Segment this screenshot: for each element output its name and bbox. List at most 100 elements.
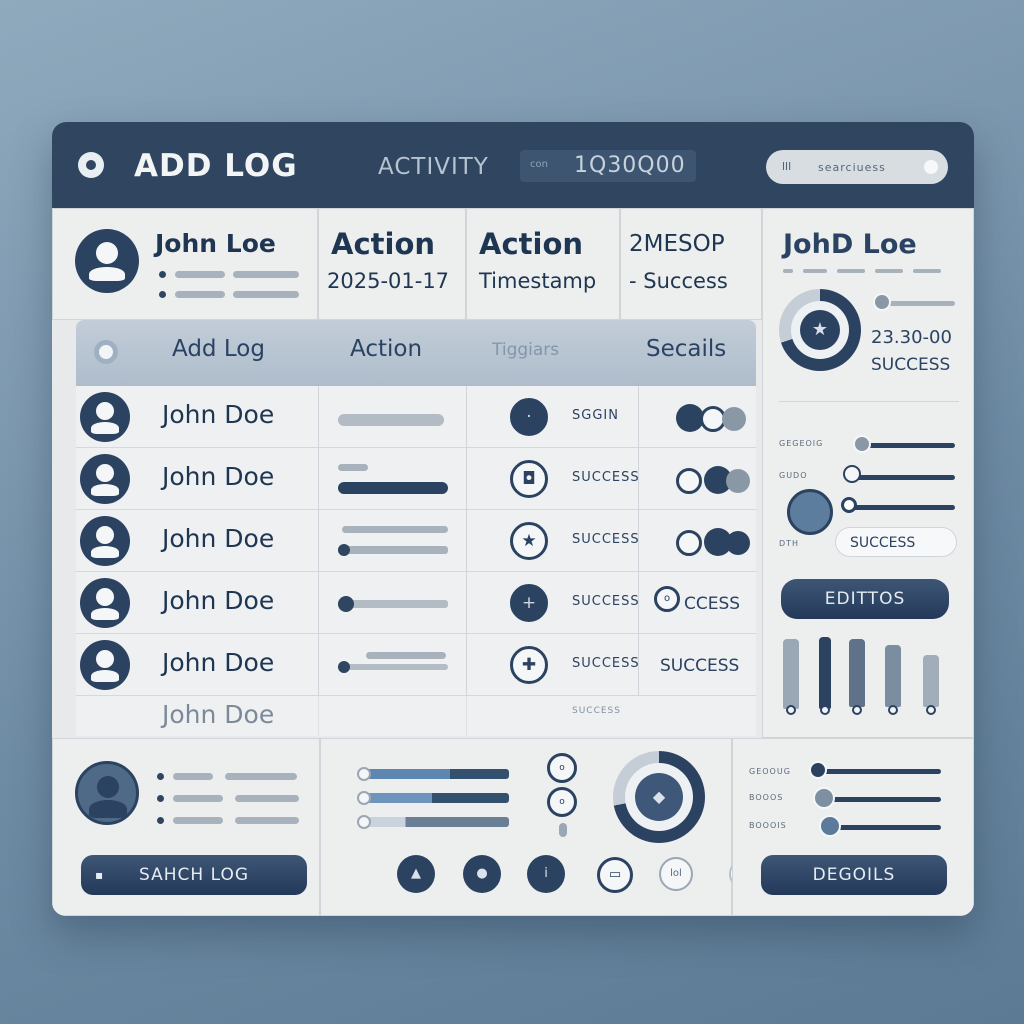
window-icon[interactable]: ▭ [597,857,633,893]
table-row[interactable]: John Doe ✚ SUCCESS SUCCESS [76,634,756,696]
bullet-icon [157,795,164,802]
radio-option[interactable]: o [547,787,577,817]
level-knob[interactable] [852,705,862,715]
table-row[interactable]: John Doe · SGGIN [76,386,756,448]
row-status-text: SUCCESS [572,594,640,609]
level-bar [849,639,865,707]
table-row[interactable]: John Doe SUCCESS [76,696,756,736]
level-knob[interactable] [926,705,936,715]
placeholder-line [338,464,368,471]
slider-knob[interactable] [813,787,835,809]
slider-track[interactable] [338,546,448,554]
toggle-group[interactable] [676,466,766,494]
column-header-details[interactable]: Secails [646,336,726,362]
column-header-add-log[interactable]: Add Log [172,336,265,362]
summary-user-name: John Loe [155,229,276,258]
search-log-button[interactable]: ▪ SAHCH LOG [81,855,307,895]
slider-track[interactable] [813,769,941,774]
slider-label: BOOOS [749,793,784,802]
toggle-group[interactable] [676,404,766,432]
summary-cell-status: 2MESOP - Success [620,208,762,320]
avatar [80,392,130,442]
slider-knob[interactable] [357,815,371,829]
logo-icon [78,152,104,178]
progress-bar [361,769,509,779]
bottom-controls-panel: o o ◆ ▲ ● i ▭ lol lllg [320,738,759,916]
details-button[interactable]: DEGOILS [761,855,947,895]
detail-user-name: JohD Loe [783,229,917,260]
summary-user-cell: John Loe [52,208,318,320]
progress-bar [338,414,444,426]
home-icon[interactable]: ▲ [397,855,435,893]
record-icon[interactable]: ● [463,855,501,893]
slider-track[interactable] [849,505,955,510]
bottom-settings-panel: GEOOUG BOOOS BOOOIS DEGOILS [732,738,974,916]
edit-button[interactable]: EDITTOS [781,579,949,619]
info-icon[interactable]: i [527,855,565,893]
radio-option[interactable]: o [547,753,577,783]
slider-label: GUDO [779,471,808,480]
search-log-label: SAHCH LOG [139,865,249,885]
progress-bar [361,793,509,803]
slider-track[interactable] [817,797,941,802]
files-icon[interactable]: lol [659,857,693,891]
level-bar [819,637,831,709]
counter-value: 1Q30Q00 [574,153,686,178]
slider-track[interactable] [338,600,448,608]
status-pill: SUCCESS [835,527,957,557]
slider-track[interactable] [859,443,955,448]
slider-track[interactable] [851,475,955,480]
row-success-label: SUCCESS [660,656,740,676]
activity-counter: con 1Q30Q00 [520,150,696,182]
counter-prefix: con [530,159,548,170]
avatar [80,454,130,504]
slider-knob[interactable] [843,465,861,483]
placeholder-line [875,269,903,273]
search-toggle-icon[interactable] [924,160,938,174]
slider-track[interactable] [825,825,941,830]
toggle-group[interactable] [676,528,766,556]
list-icon: ▪ [95,868,105,882]
search-icon: lll [782,160,792,173]
table-row[interactable]: John Doe + SUCCESS o CCESS [76,572,756,634]
column-header-action[interactable]: Action [350,336,422,362]
slider-knob[interactable] [809,761,827,779]
placeholder-line [173,817,223,824]
row-status-text: SUCCESS [572,470,640,485]
slider-knob[interactable] [873,293,891,311]
detail-time: 23.30-00 [871,327,952,348]
activity-gauge: ★ [779,289,861,371]
slider-knob[interactable] [338,596,354,612]
slider-track[interactable] [338,664,448,670]
drag-handle[interactable] [559,823,567,837]
column-header-triggers[interactable]: Tiggiars [492,340,559,360]
level-knob[interactable] [820,705,830,715]
slider-knob[interactable] [357,791,371,805]
search-input[interactable]: lll searciuess [766,150,948,184]
slider-knob[interactable] [841,497,857,513]
slider-knob[interactable] [357,767,371,781]
slider-track[interactable] [881,301,955,306]
slider-knob[interactable] [853,435,871,453]
plus-icon: + [510,584,548,622]
bullet-icon [157,817,164,824]
status-pill-text: SUCCESS [850,535,916,551]
placeholder-line [173,795,223,802]
level-knob[interactable] [786,705,796,715]
placeholder-line [913,269,941,273]
slider-knob[interactable] [338,544,350,556]
slider-label: GEGEOIG [779,439,824,448]
settings-icon[interactable] [94,340,118,364]
table-row[interactable]: John Doe ◘ SUCCESS [76,448,756,510]
summary-cell-action-time: Action Timestamp [466,208,620,320]
level-knob[interactable] [888,705,898,715]
slider-knob[interactable] [338,661,350,673]
search-placeholder: searciuess [818,161,886,174]
table-row[interactable]: John Doe ★ SUCCESS [76,510,756,572]
summary-col-value: Timestamp [479,269,597,293]
slider-label: DTH [779,539,800,548]
avatar [75,761,139,825]
slider-knob[interactable] [819,815,841,837]
activity-tab[interactable]: ACTIVITY [378,154,489,180]
check-icon[interactable]: o [654,586,680,612]
